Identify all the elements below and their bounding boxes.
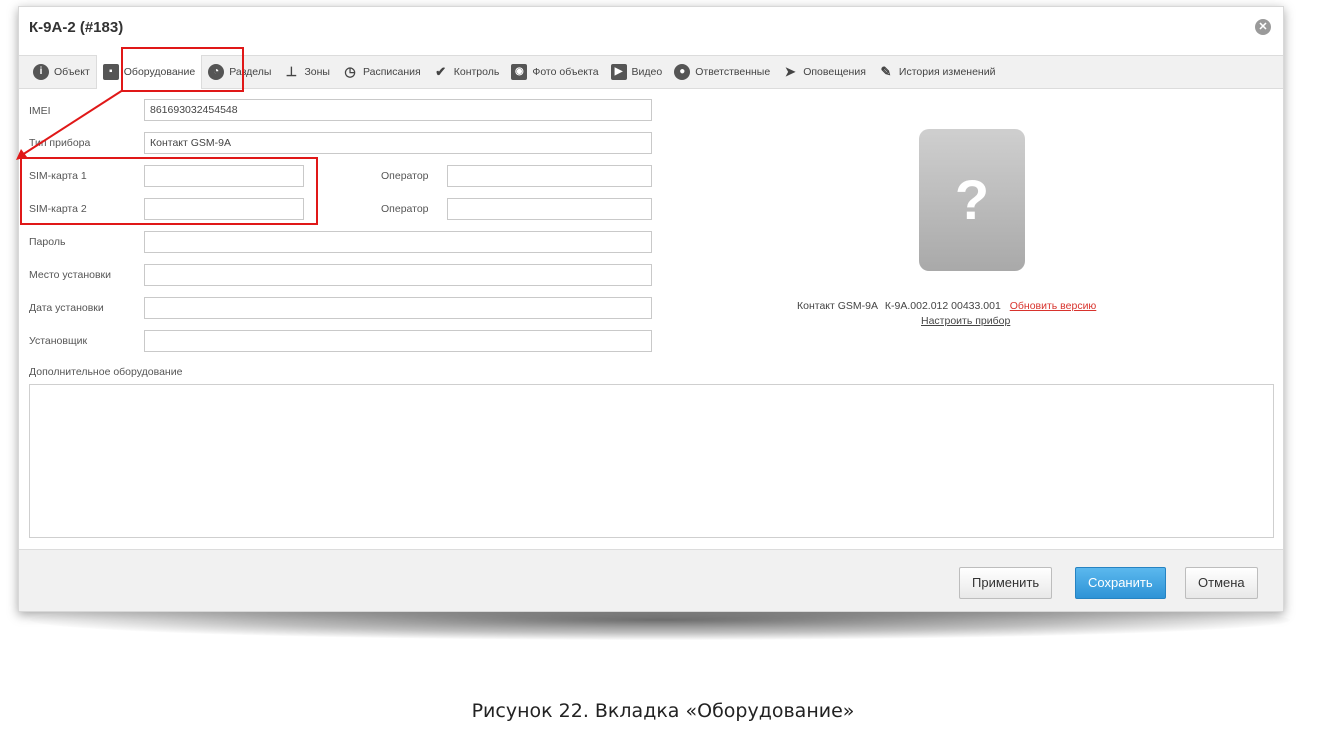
sim1-operator-label: Оператор xyxy=(381,170,429,182)
users-icon: ● xyxy=(674,64,691,80)
installer-input[interactable] xyxy=(144,330,652,352)
extra-equipment-label: Дополнительное оборудование xyxy=(29,366,183,378)
edit-icon: ✎ xyxy=(880,64,892,79)
update-version-link[interactable]: Обновить версию xyxy=(1010,300,1097,312)
tab-responsible[interactable]: ● Ответственные xyxy=(668,56,776,88)
password-label: Пароль xyxy=(29,236,66,248)
cancel-button[interactable]: Отмена xyxy=(1185,567,1258,599)
sim2-operator-label: Оператор xyxy=(381,203,429,215)
info-icon: i xyxy=(33,64,49,80)
tab-notifications[interactable]: ➤ Оповещения xyxy=(776,56,872,88)
dialog-title: К-9А-2 (#183) xyxy=(29,19,124,36)
tab-zones[interactable]: ⊥ Зоны xyxy=(277,56,336,88)
device-type-label: Тип прибора xyxy=(29,137,91,149)
hierarchy-icon: ⊥ xyxy=(285,64,298,79)
tab-video[interactable]: ▶ Видео xyxy=(605,56,669,88)
install-date-input[interactable] xyxy=(144,297,652,319)
extra-equipment-textarea[interactable] xyxy=(29,384,1274,538)
sim1-operator-input[interactable] xyxy=(447,165,652,187)
device-info: Контакт GSM-9А К-9А.002.012 00433.001 Об… xyxy=(797,300,1096,312)
clock-icon: ◷ xyxy=(344,64,356,79)
install-place-label: Место установки xyxy=(29,269,111,281)
title-bar: К-9А-2 (#183) ✕ xyxy=(19,7,1283,49)
camera-icon: ◉ xyxy=(511,64,528,80)
highlight-equipment-tab xyxy=(121,47,244,92)
chip-icon: ▪ xyxy=(102,64,119,80)
install-date-label: Дата установки xyxy=(29,302,104,314)
sim2-operator-input[interactable] xyxy=(447,198,652,220)
tab-photo[interactable]: ◉ Фото объекта xyxy=(505,56,604,88)
highlight-sim-fields xyxy=(20,157,318,225)
firmware-version: К-9А.002.012 00433.001 xyxy=(884,300,1001,312)
close-icon[interactable]: ✕ xyxy=(1255,19,1271,35)
checkmark-icon: ✔ xyxy=(435,64,447,79)
save-button[interactable]: Сохранить xyxy=(1075,567,1166,599)
install-place-input[interactable] xyxy=(144,264,652,286)
figure-caption: Рисунок 22. Вкладка «Оборудование» xyxy=(471,700,855,722)
installer-label: Установщик xyxy=(29,335,88,347)
tab-object[interactable]: i Объект xyxy=(27,56,96,88)
device-image-placeholder: ? xyxy=(919,129,1025,271)
paper-plane-icon: ➤ xyxy=(784,64,796,79)
tab-schedules[interactable]: ◷ Расписания xyxy=(336,56,427,88)
device-type-input[interactable] xyxy=(144,132,652,154)
tab-control[interactable]: ✔ Контроль xyxy=(427,56,506,88)
video-camera-icon: ▶ xyxy=(610,64,627,80)
tab-history[interactable]: ✎ История изменений xyxy=(872,56,1002,88)
password-input[interactable] xyxy=(144,231,652,253)
configure-device-link[interactable]: Настроить прибор xyxy=(921,315,1010,327)
imei-input[interactable] xyxy=(144,99,652,121)
apply-button[interactable]: Применить xyxy=(959,567,1053,599)
dialog-footer: Применить Сохранить Отмена xyxy=(19,549,1283,611)
device-name: Контакт GSM-9А xyxy=(797,300,878,312)
imei-label: IMEI xyxy=(29,105,51,117)
object-settings-dialog: К-9А-2 (#183) ✕ i Объект ▪ Оборудование ◔ Р… xyxy=(18,6,1284,612)
